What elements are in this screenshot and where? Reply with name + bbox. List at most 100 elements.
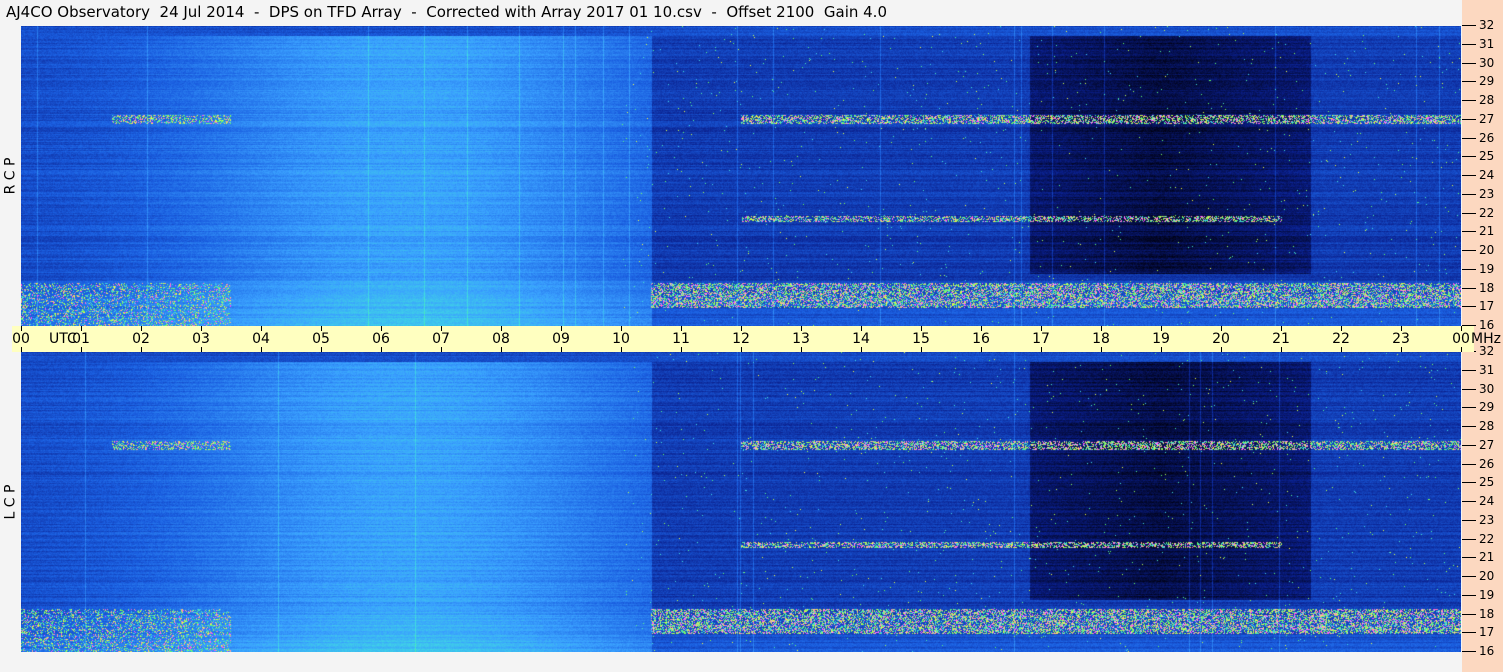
freq-tick-label: 31: [1479, 362, 1495, 377]
freq-tick-mark: [1462, 594, 1476, 596]
time-tick-mark: [1281, 347, 1282, 352]
time-tick-label: 20: [1212, 331, 1230, 347]
time-tick-mark: [861, 326, 862, 331]
time-tick-mark: [741, 347, 742, 352]
freq-tick-label: 30: [1479, 381, 1495, 396]
time-tick-mark: [441, 347, 442, 352]
rcp-heatmap-canvas: [21, 26, 1461, 326]
time-tick-mark: [321, 347, 322, 352]
freq-tick-label: 28: [1479, 93, 1495, 107]
freq-tick-label: 22: [1479, 205, 1495, 220]
time-tick-mark: [861, 347, 862, 352]
freq-tick-mark: [1462, 576, 1476, 577]
freq-tick-label: 18: [1479, 280, 1495, 295]
lcp-spectrogram: [21, 352, 1461, 652]
freq-tick-mark: [1462, 268, 1476, 270]
freq-tick-mark: [1462, 25, 1476, 26]
freq-tick-mark: [1462, 43, 1476, 45]
freq-tick-mark: [1462, 287, 1476, 289]
freq-tick-label: 22: [1479, 531, 1495, 546]
freq-tick-mark: [1462, 137, 1476, 139]
freq-tick-mark: [1462, 463, 1476, 465]
time-tick-mark: [81, 326, 82, 331]
freq-tick-mark: [1462, 193, 1476, 195]
time-tick-mark: [921, 326, 922, 331]
freq-tick-mark: [1462, 212, 1476, 214]
freq-tick-label: 29: [1479, 74, 1495, 89]
time-tick-label: 09: [552, 331, 570, 347]
time-tick-mark: [381, 347, 382, 352]
time-tick-mark: [141, 326, 142, 331]
time-tick-mark: [81, 347, 82, 352]
time-tick-mark: [1461, 326, 1462, 331]
freq-tick-mark: [1462, 118, 1476, 120]
time-tick-mark: [1041, 326, 1042, 331]
freq-tick-label: 25: [1479, 475, 1495, 490]
freq-tick-label: 24: [1479, 494, 1495, 508]
freq-tick-mark: [1462, 651, 1476, 652]
time-tick-mark: [1161, 347, 1162, 352]
freq-tick-mark: [1462, 426, 1476, 427]
time-tick-mark: [1101, 326, 1102, 331]
time-tick-label: 05: [312, 331, 330, 347]
time-tick-mark: [981, 326, 982, 331]
time-tick-label: 13: [792, 331, 810, 347]
time-tick-label: 23: [1392, 331, 1410, 347]
freq-tick-label: 23: [1479, 186, 1495, 201]
window-title: AJ4CO Observatory 24 Jul 2014 - DPS on T…: [6, 3, 887, 21]
time-tick-mark: [21, 347, 22, 352]
time-tick-mark: [1041, 347, 1042, 352]
time-tick-label: 02: [132, 331, 150, 347]
time-tick-label: 07: [432, 331, 450, 347]
freq-tick-label: 26: [1479, 456, 1495, 471]
freq-tick-mark: [1462, 482, 1476, 484]
freq-tick-mark: [1462, 156, 1476, 158]
freq-tick-mark: [1462, 100, 1476, 101]
freq-tick-mark: [1462, 62, 1476, 64]
time-tick-mark: [501, 347, 502, 352]
time-tick-mark: [1281, 326, 1282, 331]
time-tick-label: 21: [1272, 331, 1290, 347]
time-tick-mark: [201, 347, 202, 352]
time-tick-label: 15: [912, 331, 930, 347]
time-tick-label: 11: [672, 331, 690, 347]
time-tick-label: 14: [852, 331, 870, 347]
time-tick-mark: [1401, 326, 1402, 331]
freq-tick-mark: [1462, 369, 1476, 371]
time-tick-label: 08: [492, 331, 510, 347]
time-tick-label: 10: [612, 331, 630, 347]
freq-tick-label: 17: [1479, 299, 1495, 314]
freq-tick-label: 27: [1479, 437, 1495, 452]
time-tick-label: 19: [1152, 331, 1170, 347]
time-tick-label: 01: [72, 331, 90, 347]
time-tick-label: 04: [252, 331, 270, 347]
rcp-label: R C P: [2, 157, 19, 195]
time-tick-mark: [981, 347, 982, 352]
freq-tick-label: 30: [1479, 55, 1495, 70]
lcp-heatmap-canvas: [21, 352, 1461, 652]
time-tick-mark: [381, 326, 382, 331]
time-tick-mark: [261, 326, 262, 331]
freq-tick-mark: [1462, 444, 1476, 446]
freq-tick-label: 19: [1479, 587, 1495, 602]
time-tick-mark: [621, 326, 622, 331]
freq-tick-label: 21: [1479, 224, 1495, 239]
time-axis: UTC MHz 00 01 02 03 04 05 06 07 08 09 10 11 12 13 14 15…: [12, 326, 1501, 352]
time-tick-mark: [321, 326, 322, 331]
freq-tick-label: 23: [1479, 512, 1495, 527]
freq-tick-mark: [1462, 306, 1476, 308]
time-tick-mark: [561, 326, 562, 331]
time-tick-mark: [801, 326, 802, 331]
time-tick-label: 06: [372, 331, 390, 347]
time-tick-mark: [1341, 326, 1342, 331]
rcp-spectrogram: [21, 26, 1461, 326]
time-tick-mark: [681, 326, 682, 331]
freq-tick-label: 17: [1479, 625, 1495, 640]
lcp-label: L C P: [2, 484, 19, 520]
time-tick-mark: [1461, 347, 1462, 352]
time-tick-mark: [801, 347, 802, 352]
freq-tick-mark: [1462, 175, 1476, 176]
time-tick-mark: [1161, 326, 1162, 331]
time-tick-mark: [1341, 347, 1342, 352]
freq-tick-label: 31: [1479, 36, 1495, 51]
